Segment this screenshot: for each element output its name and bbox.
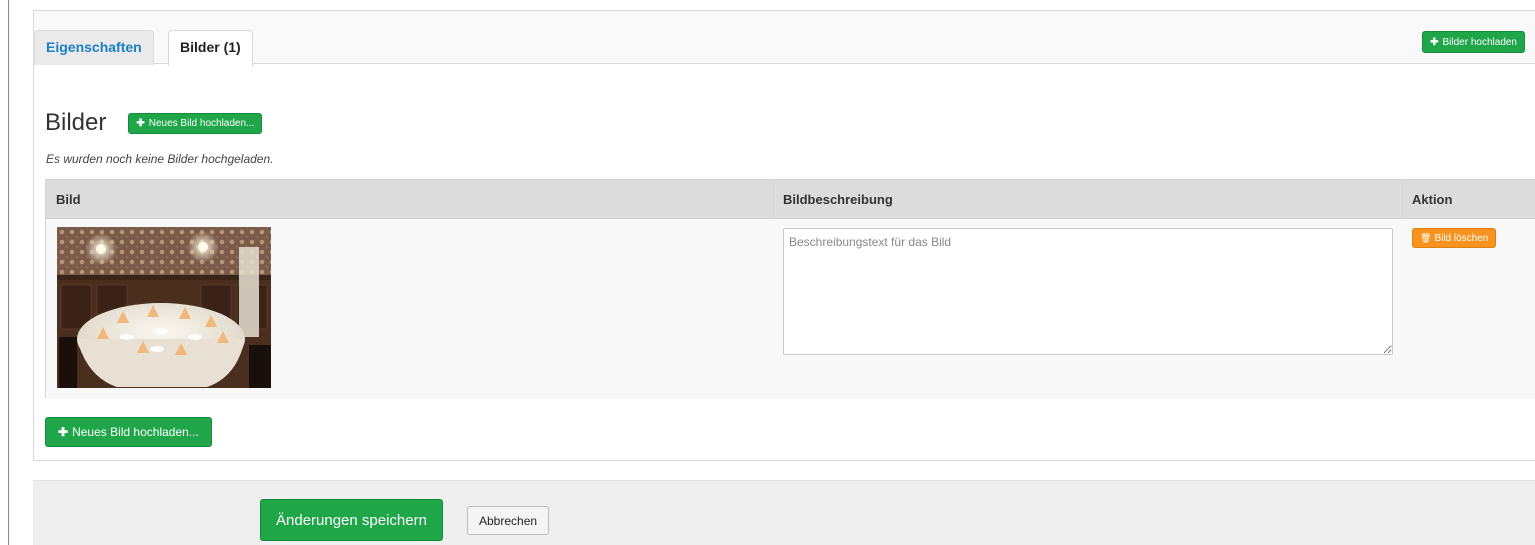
page-edge [8, 0, 9, 545]
upload-new-image-bottom-label: Neues Bild hochladen... [72, 425, 199, 439]
upload-images-label: Bilder hochladen [1442, 36, 1518, 48]
images-panel: Eigenschaften Bilder (1) ✚ Bilder hochla… [33, 10, 1535, 461]
upload-images-button[interactable]: ✚ Bilder hochladen [1422, 31, 1525, 53]
table-header: Bild Bildbeschreibung Aktion [46, 180, 1535, 219]
image-description-input[interactable] [783, 228, 1393, 355]
delete-image-button[interactable]: 🗑 Bild löschen [1412, 228, 1497, 248]
column-header-bildbeschreibung: Bildbeschreibung [783, 192, 893, 207]
save-changes-button[interactable]: Änderungen speichern [260, 499, 443, 541]
upload-new-image-label: Neues Bild hochladen... [148, 117, 255, 129]
tab-bar: Eigenschaften Bilder (1) ✚ Bilder hochla… [34, 11, 1535, 66]
upload-new-image-button[interactable]: ✚ Neues Bild hochladen... [128, 112, 263, 134]
table-row: 🗑 Bild löschen [46, 219, 1535, 399]
section-title: Bilder [45, 109, 107, 136]
column-header-bild: Bild [56, 192, 81, 207]
no-images-note: Es wurden noch keine Bilder hochgeladen. [46, 152, 274, 166]
form-footer: Änderungen speichern Abbrechen [33, 480, 1535, 545]
column-header-aktion: Aktion [1412, 192, 1453, 207]
tab-eigenschaften[interactable]: Eigenschaften [34, 30, 154, 65]
upload-new-image-bottom-button[interactable]: ✚ Neues Bild hochladen... [45, 417, 212, 447]
plus-icon: ✚ [136, 117, 145, 129]
section-header: Bilder ✚ Neues Bild hochladen... [45, 109, 263, 137]
image-thumbnail [57, 227, 271, 388]
plus-icon: ✚ [1430, 36, 1439, 48]
cancel-button[interactable]: Abbrechen [467, 506, 550, 535]
images-table: Bild Bildbeschreibung Aktion Beschreibun… [45, 179, 1535, 399]
delete-image-label: Bild löschen [1434, 232, 1489, 244]
trash-icon: 🗑 [1420, 232, 1432, 243]
tab-bilder[interactable]: Bilder (1) [168, 30, 253, 66]
plus-icon: ✚ [58, 425, 69, 439]
